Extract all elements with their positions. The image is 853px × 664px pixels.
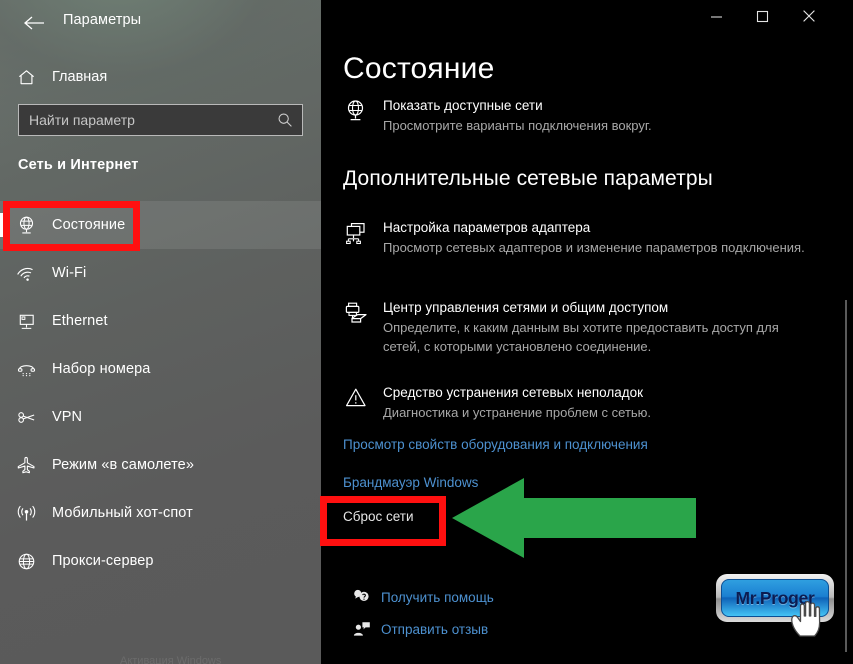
sidebar-item-status[interactable]: Состояние — [0, 201, 321, 249]
sidebar-item-label: Wi-Fi — [52, 265, 87, 281]
page-title: Состояние — [343, 52, 495, 85]
hand-cursor-icon — [791, 601, 821, 637]
footer-link-label: Получить помощь — [381, 589, 494, 605]
sharing-center-icon — [343, 298, 383, 356]
sidebar-item-label: Состояние — [52, 217, 126, 233]
entry-desc: Определите, к каким данным вы хотите пре… — [383, 320, 779, 354]
adapter-settings-entry[interactable]: Настройка параметров адаптера Просмотр с… — [343, 218, 813, 257]
entry-title: Центр управления сетями и общим доступом — [383, 300, 669, 315]
proxy-globe-icon — [0, 551, 52, 572]
sidebar-title: Параметры — [63, 12, 142, 28]
search-box[interactable] — [18, 104, 303, 136]
sidebar-item-wifi[interactable]: Wi-Fi — [0, 249, 321, 297]
sidebar-item-dialup[interactable]: Набор номера — [0, 345, 321, 393]
entry-title: Показать доступные сети — [383, 98, 543, 113]
hotspot-icon — [0, 503, 52, 524]
footer-link-label: Отправить отзыв — [381, 621, 489, 637]
minimize-icon[interactable] — [693, 0, 739, 32]
back-arrow-icon[interactable] — [19, 10, 49, 36]
sidebar-item-vpn[interactable]: VPN — [0, 393, 321, 441]
sidebar-item-mobile-hotspot[interactable]: Мобильный хот-спот — [0, 489, 321, 537]
sidebar-item-home[interactable]: Главная — [0, 58, 300, 96]
globe-status-icon — [0, 215, 52, 236]
entry-desc: Просмотрите варианты подключения вокруг. — [383, 118, 652, 133]
watermark: Mr.Proger — [716, 574, 840, 637]
sidebar-faint-watermark-text: Активация Windows — [120, 655, 222, 664]
entry-title: Настройка параметров адаптера — [383, 220, 591, 235]
sidebar-item-label: Мобильный хот-спот — [52, 505, 193, 521]
close-icon[interactable] — [785, 0, 833, 32]
footer-get-help[interactable]: Получить помощь — [343, 588, 494, 606]
home-icon — [0, 68, 52, 87]
sidebar-item-label: Ethernet — [52, 313, 108, 329]
entry-title: Средство устранения сетевых неполадок — [383, 385, 644, 400]
help-bubble-icon — [343, 588, 381, 606]
sidebar-item-label: Набор номера — [52, 361, 151, 377]
window-controls — [693, 0, 853, 32]
ethernet-icon — [0, 311, 52, 332]
search-icon[interactable] — [268, 112, 302, 128]
search-input[interactable] — [19, 112, 268, 128]
feedback-person-icon — [343, 620, 381, 638]
sidebar-item-label: Главная — [52, 69, 108, 85]
network-adapters-icon — [343, 218, 383, 257]
footer-send-feedback[interactable]: Отправить отзыв — [343, 620, 488, 638]
sidebar: Параметры Главная Сеть и Интернет — [0, 0, 321, 664]
entry-desc: Просмотр сетевых адаптеров и изменение п… — [383, 240, 805, 255]
main-content: Состояние Показать доступные сети Просмо… — [321, 0, 853, 664]
scrollbar[interactable] — [845, 300, 847, 652]
globe-monitor-icon — [343, 96, 383, 135]
settings-window: Параметры Главная Сеть и Интернет — [0, 0, 853, 664]
sidebar-nav-list: Состояние Wi-Fi Ethernet Набор номера VP… — [0, 201, 321, 585]
section-title: Дополнительные сетевые параметры — [343, 167, 713, 190]
sharing-center-entry[interactable]: Центр управления сетями и общим доступом… — [343, 298, 813, 356]
troubleshoot-warning-icon — [343, 383, 383, 422]
sidebar-item-airplane-mode[interactable]: Режим «в самолете» — [0, 441, 321, 489]
vpn-key-icon — [0, 407, 52, 428]
entry-desc: Диагностика и устранение проблем с сетью… — [383, 405, 652, 420]
sidebar-item-label: VPN — [52, 409, 83, 425]
sidebar-titlebar: Параметры — [0, 0, 321, 46]
sidebar-section-title: Сеть и Интернет — [18, 157, 139, 173]
sidebar-item-proxy[interactable]: Прокси-сервер — [0, 537, 321, 585]
show-available-networks-entry[interactable]: Показать доступные сети Просмотрите вари… — [343, 96, 813, 135]
sidebar-item-label: Режим «в самолете» — [52, 457, 195, 473]
troubleshooter-entry[interactable]: Средство устранения сетевых неполадок Ди… — [343, 383, 813, 422]
airplane-icon — [0, 455, 52, 476]
wifi-icon — [0, 263, 52, 284]
link-hardware-properties[interactable]: Просмотр свойств оборудования и подключе… — [343, 437, 648, 452]
link-windows-firewall[interactable]: Брандмауэр Windows — [343, 475, 478, 490]
dialup-phone-icon — [0, 359, 52, 380]
sidebar-item-label: Прокси-сервер — [52, 553, 154, 569]
sidebar-item-ethernet[interactable]: Ethernet — [0, 297, 321, 345]
maximize-icon[interactable] — [739, 0, 785, 32]
link-network-reset[interactable]: Сброс сети — [343, 509, 414, 524]
